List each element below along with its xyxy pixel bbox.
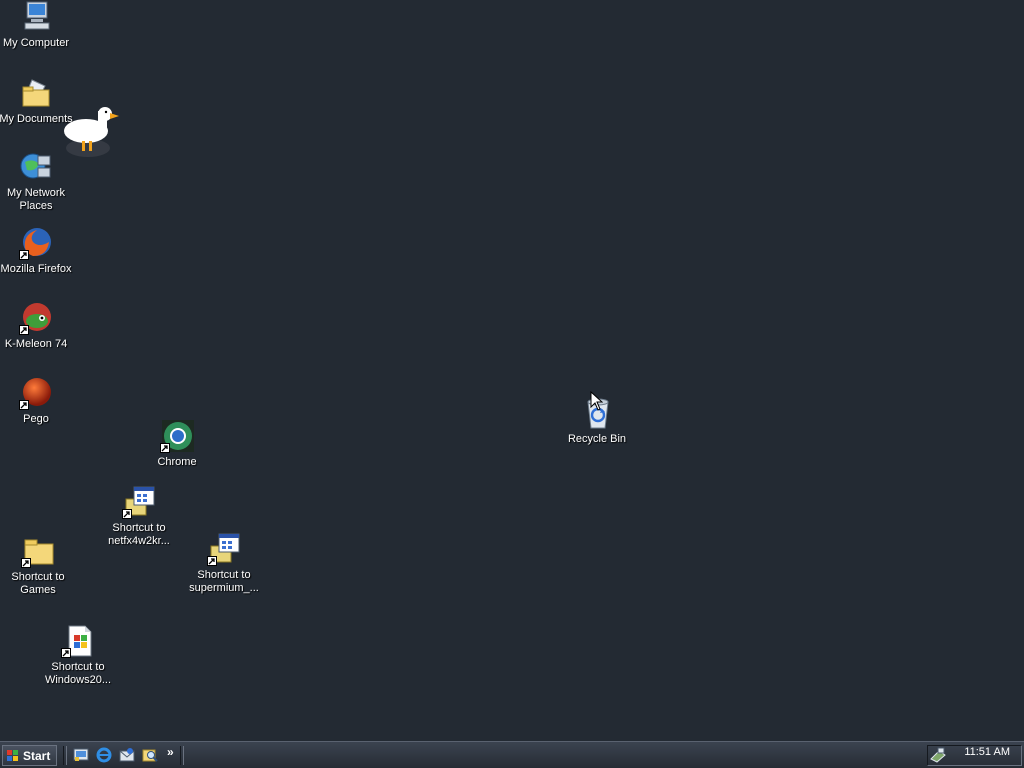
desktop-icon-k-meleon[interactable]: K-Meleon 74 <box>0 301 76 351</box>
desktop-icon-my-computer[interactable]: My Computer <box>0 0 76 50</box>
taskbar: Start » 11:51 AM <box>0 741 1024 768</box>
windows-document-icon <box>61 624 95 658</box>
desktop-icon-label: Chrome <box>157 456 197 468</box>
start-button[interactable]: Start <box>2 745 57 766</box>
start-label: Start <box>23 748 51 763</box>
desktop-icon-label: Pego <box>23 413 49 425</box>
internet-explorer-icon[interactable] <box>96 747 112 763</box>
shortcut-arrow-icon <box>21 558 31 568</box>
desktop-icon-mozilla-firefox[interactable]: Mozilla Firefox <box>0 226 76 276</box>
search-icon[interactable] <box>142 747 158 763</box>
windows-logo-icon <box>6 749 20 763</box>
k-meleon-icon <box>19 301 53 335</box>
outlook-express-icon[interactable] <box>119 747 135 763</box>
clock[interactable]: 11:51 AM <box>964 746 1010 758</box>
taskbar-separator <box>180 746 184 765</box>
mouse-cursor-icon <box>590 390 604 416</box>
desktop-icon-my-network-places[interactable]: My Network Places <box>0 150 76 213</box>
installer-icon <box>207 532 241 566</box>
desktop-icon-chrome[interactable]: Chrome <box>137 419 217 469</box>
shortcut-arrow-icon <box>19 400 29 410</box>
installer-icon <box>122 485 156 519</box>
desktop-icon-label: Shortcut to supermium_... <box>189 569 259 594</box>
desktop-icon-netfx-shortcut[interactable]: Shortcut to netfx4w2kr... <box>99 485 179 548</box>
desktop-icon-label: Shortcut to Games <box>11 571 65 596</box>
desktop-icon-label: My Network Places <box>6 187 66 212</box>
shortcut-arrow-icon <box>19 325 29 335</box>
pego-icon <box>19 376 53 410</box>
computer-icon <box>19 0 53 34</box>
desktop-icon-label: Mozilla Firefox <box>0 263 72 275</box>
network-tray-icon[interactable] <box>930 747 946 763</box>
shortcut-arrow-icon <box>61 648 71 658</box>
shortcut-arrow-icon <box>122 509 132 519</box>
desktop-icon-label: My Computer <box>2 37 70 49</box>
desktop: My Computer My Documents My Network Plac… <box>0 0 1024 741</box>
desktop-icon-label: Recycle Bin <box>567 433 627 445</box>
taskbar-separator <box>63 746 67 765</box>
desktop-icon-label: K-Meleon 74 <box>4 338 68 350</box>
desktop-icon-label: Shortcut to Windows20... <box>44 661 112 686</box>
chrome-icon <box>160 419 194 453</box>
shortcut-arrow-icon <box>207 556 217 566</box>
shortcut-arrow-icon <box>19 250 29 260</box>
firefox-icon <box>19 226 53 260</box>
network-places-icon <box>19 150 53 184</box>
desktop-icon-label: Shortcut to netfx4w2kr... <box>108 522 170 547</box>
shortcut-arrow-icon <box>160 443 170 453</box>
folder-icon <box>21 534 55 568</box>
documents-folder-icon <box>19 76 53 110</box>
desktop-icon-pego[interactable]: Pego <box>0 376 76 426</box>
desktop-icon-games-shortcut[interactable]: Shortcut to Games <box>0 534 78 597</box>
show-desktop-icon[interactable] <box>73 747 89 763</box>
quick-launch-overflow-button[interactable]: » <box>167 745 174 759</box>
desktop-icon-windows20-shortcut[interactable]: Shortcut to Windows20... <box>38 624 118 687</box>
desktop-icon-supermium-shortcut[interactable]: Shortcut to supermium_... <box>184 532 264 595</box>
